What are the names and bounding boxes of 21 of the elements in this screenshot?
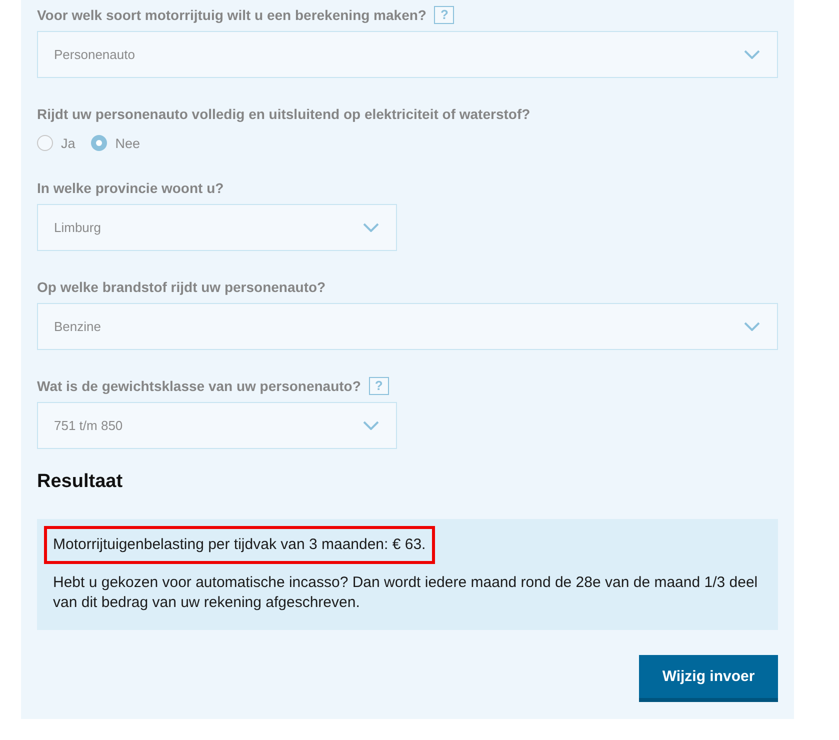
result-heading: Resultaat [37, 471, 124, 493]
dropdown-field[interactable]: Personenauto [37, 31, 778, 78]
chevron-down-icon [744, 322, 760, 331]
change-input-button[interactable]: Wijzig invoer [639, 655, 778, 702]
chevron-down-icon [363, 223, 379, 232]
help-button[interactable]: ? [368, 377, 389, 395]
chevron-down-icon [363, 421, 379, 430]
radio-option[interactable]: Ja [37, 135, 76, 151]
chevron-down-icon [744, 50, 760, 59]
question-label: Wat is de gewichtsklasse van uw personenauto? [37, 377, 361, 396]
dropdown-field[interactable]: Benzine [37, 303, 778, 350]
dropdown-field[interactable]: Limburg [37, 204, 397, 251]
question-label: Rijdt uw personenauto volledig en uitsluitend op elektriciteit of waterstof? [37, 105, 530, 124]
dropdown-field[interactable]: 751 t/m 850 [37, 402, 397, 449]
result-text: Hebt u gekozen voor automatische incasso? Dan wordt iedere maand rond de 28e van de maand 1/3 deel van dit bedrag van uw rekening afgeschreven. [52, 573, 759, 613]
question-label: Voor welk soort motorrijtuig wilt u een berekening maken? [37, 6, 426, 25]
radio-option[interactable]: Nee [91, 135, 140, 151]
result-text: Motorrijtuigenbelasting per tijdvak van 3 maanden: € 63. [53, 535, 426, 555]
question-label: Op welke brandstof rijdt uw personenauto? [37, 278, 326, 297]
help-button[interactable]: ? [434, 6, 454, 24]
question-label: In welke provincie woont u? [37, 179, 224, 198]
